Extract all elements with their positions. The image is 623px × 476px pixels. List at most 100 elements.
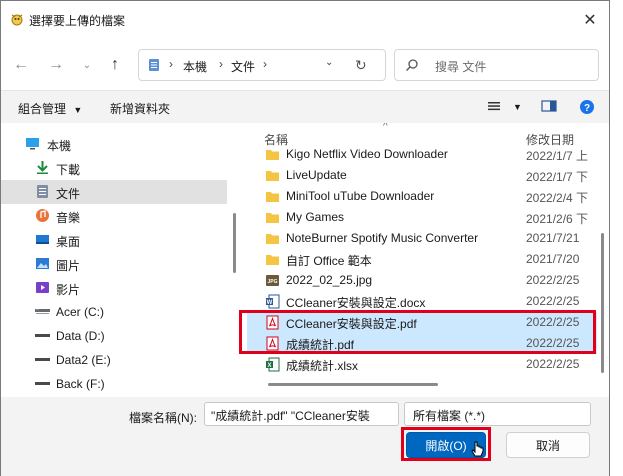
nav-item-label: Acer (C:) [56,305,104,319]
nav-item-drive-e[interactable]: Data2 (E:) [1,348,227,372]
recent-locations-button[interactable]: ⌄ [76,54,98,76]
list-item[interactable]: 自訂 Office 範本 2021/7/20 [247,249,597,270]
file-date: 2022/2/25 [526,315,580,329]
file-type-select[interactable]: 所有檔案 (*.*) ⌄ [404,402,591,426]
nav-item-label: 桌面 [56,235,81,249]
nav-item-label: Data (D:) [56,329,105,343]
document-icon [149,59,159,71]
address-dropdown-icon[interactable]: ⌄ [325,57,333,68]
refresh-icon[interactable]: ↻ [355,57,367,74]
file-name: MiniTool uTube Downloader [286,189,435,203]
nav-item-label: 本機 [47,139,72,153]
organize-label: 組合管理 [18,102,67,116]
desktop-icon [36,235,49,244]
file-date: 2022/2/25 [526,294,580,308]
file-date: 2022/2/4 下 [526,191,589,205]
chevron-down-icon: ⌄ [82,59,92,71]
svg-text:?: ? [584,103,590,114]
file-name: 成績統計.pdf [286,338,355,352]
arrow-left-icon: ← [13,56,29,73]
close-icon: ✕ [583,12,597,29]
nav-item-pictures[interactable]: 圖片 [1,252,227,276]
arrow-right-icon: → [48,56,64,73]
pdf-icon [266,336,279,351]
address-bar[interactable]: › 本機 › 文件 › ⌄ ↻ [138,49,386,81]
folder-icon [266,192,279,202]
nav-pane-scrollbar[interactable] [233,213,236,273]
file-date: 2021/7/21 [526,231,580,245]
download-icon [37,161,48,174]
breadcrumb-documents[interactable]: 文件 [231,58,255,75]
preview-pane-icon[interactable] [541,99,557,113]
mouse-cursor-icon [471,441,484,457]
navigation-bar: ← → ⌄ ↑ › 本機 › 文件 › ⌄ ↻ 搜尋 文件 [1,39,609,91]
file-date: 2022/2/25 [526,336,580,350]
list-item[interactable]: My Games 2021/2/6 下 [247,207,597,228]
nav-item-music[interactable]: 音樂 [1,204,227,228]
cancel-button[interactable]: 取消 [506,432,590,458]
nav-item-drive-c[interactable]: Acer (C:) [1,300,227,324]
jpg-icon: JPG [266,275,279,286]
computer-icon [26,138,39,150]
content-area: 本機 下載 文件 音樂 桌面 圖片 影片 Acer (C:) Data (D:)… [1,123,609,397]
file-name: CCleaner安裝與設定.pdf [286,317,417,331]
file-date: 2022/2/25 [526,357,580,371]
chevron-right-icon: › [219,57,223,71]
nav-item-downloads[interactable]: 下載 [1,156,227,180]
file-name: 自訂 Office 範本 [286,254,372,268]
file-name: CCleaner安裝與設定.docx [286,296,426,310]
view-options-icon[interactable] [487,99,501,113]
help-icon[interactable]: ? [579,99,595,115]
back-button[interactable]: ← [10,54,32,76]
filename-input[interactable]: "成績統計.pdf" "CCleaner安裝 [204,402,399,426]
close-button[interactable]: ✕ [579,9,601,31]
file-date: 2021/2/6 下 [526,212,589,226]
nav-item-drive-d[interactable]: Data (D:) [1,324,227,348]
organize-button[interactable]: 組合管理 ▼ [18,100,82,117]
search-icon [406,59,418,71]
chevron-right-icon: › [263,57,267,71]
file-name: Kigo Netflix Video Downloader [286,147,448,161]
document-icon [37,185,48,198]
list-item[interactable]: Kigo Netflix Video Downloader 2022/1/7 上 [247,144,597,165]
pictures-icon [36,258,49,269]
list-item[interactable]: W CCleaner安裝與設定.docx 2022/2/25 [247,291,597,312]
nav-item-label: 下載 [56,163,81,177]
sort-ascending-icon: ^ [383,123,388,132]
svg-text:JPG: JPG [267,279,277,285]
list-item[interactable]: LiveUpdate 2022/1/7 下 [247,165,597,186]
excel-icon: X [266,357,280,372]
search-box[interactable]: 搜尋 文件 [394,49,599,81]
horizontal-scrollbar[interactable] [268,383,438,386]
nav-item-videos[interactable]: 影片 [1,276,227,300]
nav-item-drive-f[interactable]: Back (F:) [1,372,227,396]
drive-icon [35,334,50,337]
music-icon [36,209,49,222]
new-folder-button[interactable]: 新增資料夾 [110,100,170,117]
list-item-selected[interactable]: CCleaner安裝與設定.pdf 2022/2/25 [247,312,597,333]
window-title: 選擇要上傳的檔案 [29,14,126,28]
arrow-up-icon: ↑ [111,56,119,73]
list-item-selected[interactable]: 成績統計.pdf 2022/2/25 [247,333,597,354]
nav-item-this-pc[interactable]: 本機 [1,132,227,156]
nav-item-documents[interactable]: 文件 [1,180,227,204]
file-name: 成績統計.xlsx [286,359,359,373]
caret-down-icon: ▼ [73,105,83,115]
nav-item-label: 圖片 [56,259,81,273]
list-item[interactable]: NoteBurner Spotify Music Converter 2021/… [247,228,597,249]
nav-item-label: 文件 [56,187,81,201]
app-icon [11,14,23,26]
file-name: NoteBurner Spotify Music Converter [286,231,479,245]
view-dropdown-icon[interactable]: ▼ [513,102,522,112]
up-button[interactable]: ↑ [104,54,126,76]
list-item[interactable]: MiniTool uTube Downloader 2022/2/4 下 [247,186,597,207]
vertical-scrollbar[interactable] [601,233,604,373]
chevron-right-icon: › [169,57,173,71]
list-item[interactable]: JPG 2022_02_25.jpg 2022/2/25 [247,270,597,291]
nav-item-desktop[interactable]: 桌面 [1,228,227,252]
folder-icon [266,171,279,181]
breadcrumb-this-pc[interactable]: 本機 [183,58,207,75]
list-item[interactable]: X 成績統計.xlsx 2022/2/25 [247,354,597,375]
forward-button[interactable]: → [45,54,67,76]
file-date: 2022/2/25 [526,273,580,287]
